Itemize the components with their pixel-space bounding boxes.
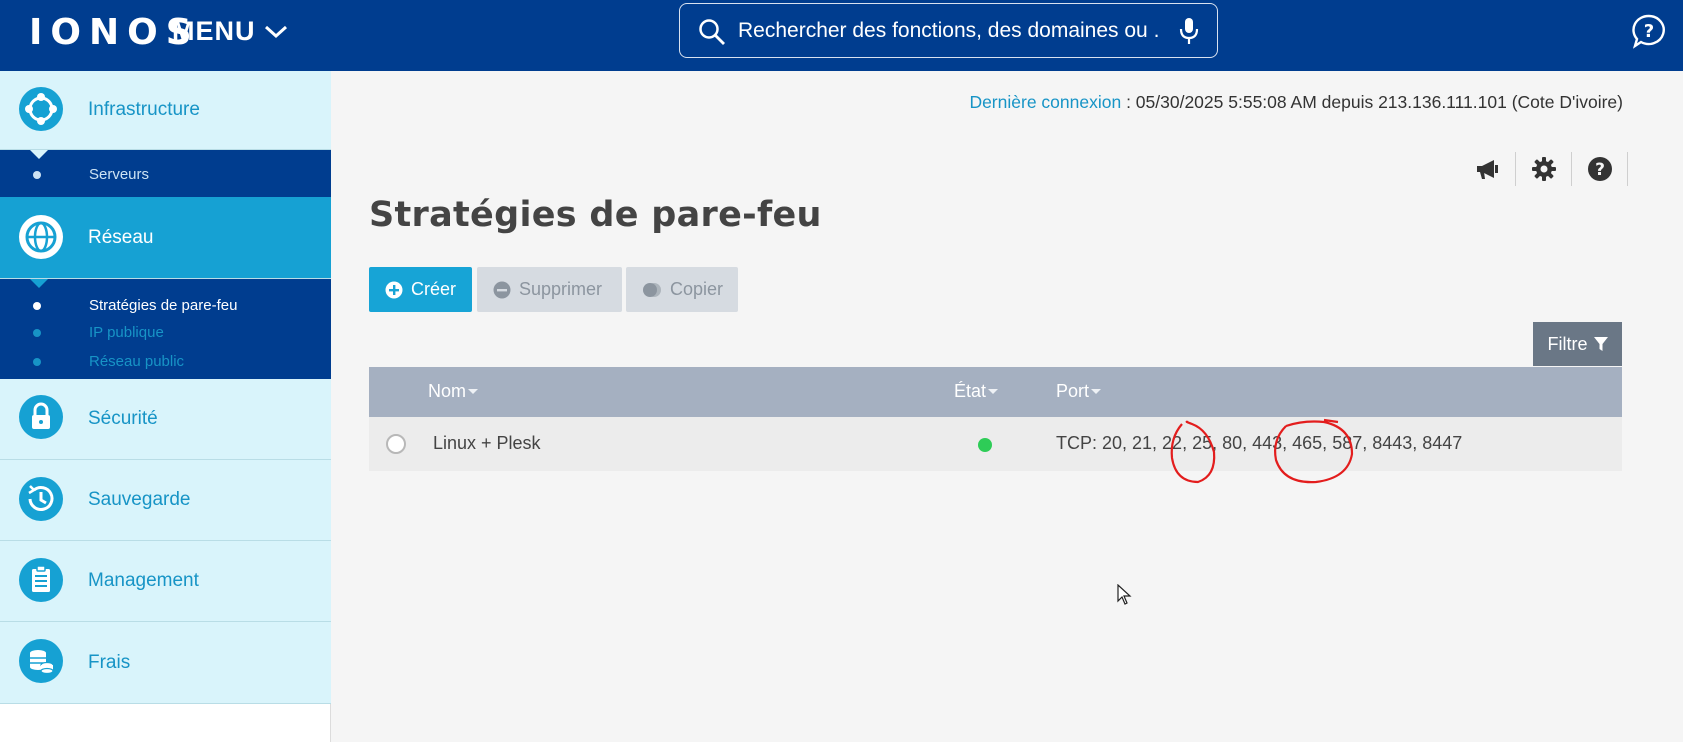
sidebar-subitem-ip-publique[interactable]: IP publique: [0, 319, 331, 347]
table-row[interactable]: Linux + Plesk TCP: 20, 21, 22, 25, 80, 4…: [369, 417, 1622, 471]
gear-icon: [1531, 157, 1556, 181]
row-select-radio[interactable]: [386, 434, 406, 454]
search-input[interactable]: [738, 14, 1158, 48]
sidebar-item-infrastructure[interactable]: Infrastructure: [0, 71, 331, 150]
sidebar-subitem-label: Réseau public: [89, 353, 185, 370]
row-port: TCP: 20, 21, 22, 25, 80, 443, 465, 587, …: [1056, 433, 1463, 453]
microphone-icon[interactable]: [1179, 17, 1199, 45]
filter-label: Filtre: [1547, 333, 1588, 354]
sort-caret-icon: [988, 389, 999, 394]
help-icon: ?: [1587, 157, 1612, 181]
help-button[interactable]: ?: [1572, 152, 1628, 186]
active-notch: [30, 150, 48, 159]
sidebar-item-label: Infrastructure: [88, 99, 200, 120]
help-chat-icon[interactable]: ?: [1631, 13, 1667, 49]
table-header: Nom État Port: [369, 367, 1622, 417]
sidebar-item-sauvegarde[interactable]: Sauvegarde: [0, 460, 331, 541]
svg-text:?: ?: [1595, 160, 1605, 180]
bullet: [33, 171, 41, 179]
header-tools: ?: [1460, 152, 1628, 186]
sidebar-item-label: Réseau: [88, 227, 154, 248]
infrastructure-icon: [19, 87, 63, 131]
sidebar-subitem-label: Serveurs: [89, 166, 150, 183]
chevron-down-icon: [264, 25, 287, 38]
clipboard-icon: [19, 558, 63, 602]
coins-icon: [19, 639, 63, 683]
last-login-link[interactable]: Dernière connexion: [969, 92, 1121, 112]
sidebar-subitem-serveurs[interactable]: Serveurs: [0, 161, 331, 189]
bullet: [33, 358, 41, 366]
sort-caret-icon: [1091, 389, 1102, 394]
sidebar: Infrastructure Serveurs Réseau Stratégie…: [0, 71, 331, 742]
backup-clock-icon: [19, 477, 63, 521]
funnel-icon: [1593, 337, 1608, 351]
column-header-nom[interactable]: Nom: [428, 381, 479, 402]
sidebar-subitem-strategies-pare-feu[interactable]: Stratégies de pare-feu: [0, 292, 331, 320]
sidebar-item-label: Management: [88, 570, 199, 591]
minus-circle-icon: [493, 281, 511, 298]
last-login-text: : 05/30/2025 5:55:08 AM depuis 213.136.1…: [1121, 92, 1623, 112]
create-button[interactable]: Créer: [369, 267, 472, 312]
bullet: [33, 329, 41, 337]
copy-label: Copier: [670, 279, 724, 299]
copy-icon: [643, 282, 661, 297]
mouse-cursor-icon: [1117, 584, 1132, 605]
sidebar-item-reseau[interactable]: Réseau: [0, 197, 331, 279]
search-bar[interactable]: [679, 3, 1218, 58]
plus-circle-icon: [385, 281, 403, 298]
column-header-port[interactable]: Port: [1056, 381, 1102, 402]
sidebar-subitem-label: Stratégies de pare-feu: [89, 297, 238, 314]
delete-label: Supprimer: [519, 279, 603, 299]
filter-button[interactable]: Filtre: [1533, 322, 1622, 366]
page-title: Stratégies de pare-feu: [369, 195, 822, 235]
copy-button[interactable]: Copier: [626, 267, 738, 312]
search-icon: [699, 19, 725, 45]
row-name: Linux + Plesk: [433, 433, 541, 453]
lock-icon: [19, 395, 63, 439]
sidebar-item-frais[interactable]: Frais: [0, 622, 331, 704]
submenu-infrastructure: Serveurs: [0, 150, 331, 197]
sidebar-subitem-label: IP publique: [89, 324, 164, 341]
delete-button[interactable]: Supprimer: [477, 267, 622, 312]
sidebar-subitem-reseau-public[interactable]: Réseau public: [0, 348, 331, 376]
column-header-etat[interactable]: État: [954, 381, 999, 402]
create-label: Créer: [411, 279, 457, 299]
settings-button[interactable]: [1516, 152, 1572, 186]
column-label: Nom: [428, 381, 467, 401]
sidebar-item-management[interactable]: Management: [0, 541, 331, 622]
top-bar: IONOS MENU ?: [0, 0, 1683, 71]
sidebar-item-label: Frais: [88, 652, 131, 673]
menu-label: MENU: [172, 16, 256, 46]
column-label: État: [954, 381, 987, 401]
column-label: Port: [1056, 381, 1090, 401]
megaphone-icon: [1476, 160, 1498, 179]
sidebar-item-securite[interactable]: Sécurité: [0, 379, 331, 460]
status-active-indicator: [978, 438, 992, 452]
menu-button[interactable]: MENU: [172, 16, 288, 47]
announcements-button[interactable]: [1460, 152, 1516, 186]
active-notch: [30, 279, 48, 288]
sidebar-item-label: Sauvegarde: [88, 489, 191, 510]
network-globe-icon: [19, 215, 63, 259]
last-login-info: Dernière connexion : 05/30/2025 5:55:08 …: [969, 92, 1623, 113]
sidebar-item-label: Sécurité: [88, 408, 158, 429]
svg-text:?: ?: [1644, 21, 1654, 42]
sort-caret-icon: [468, 389, 479, 394]
bullet: [33, 302, 41, 310]
submenu-reseau: Stratégies de pare-feu IP publique Résea…: [0, 279, 331, 379]
